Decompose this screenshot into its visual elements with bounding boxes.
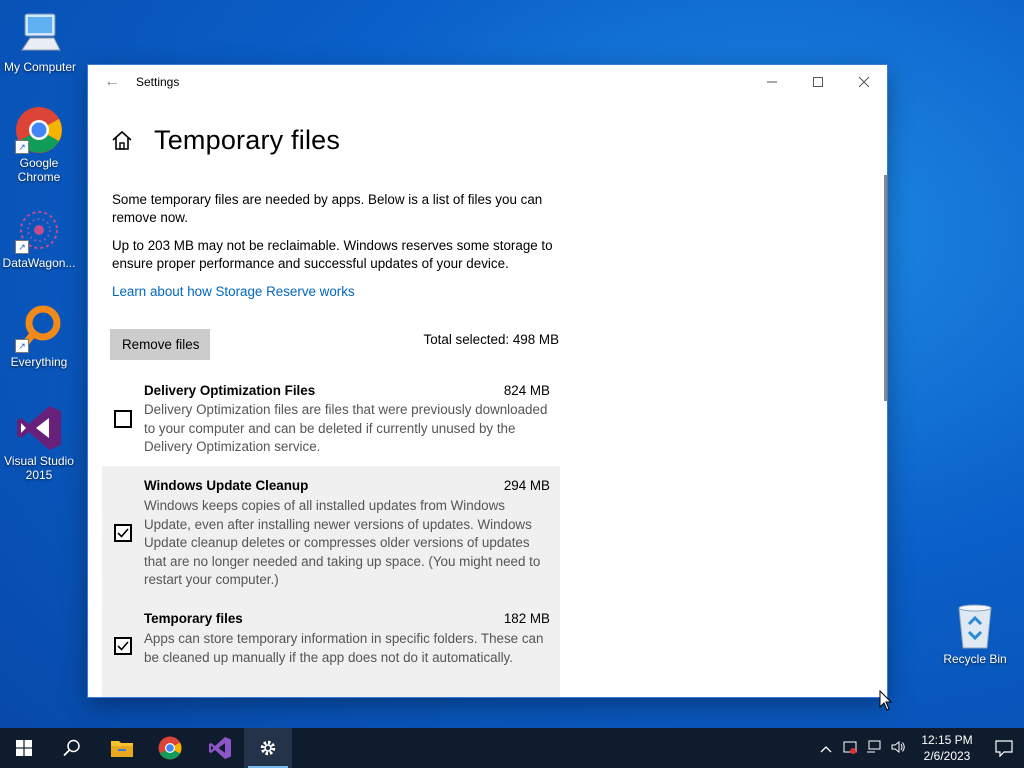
temporary-files-checkbox[interactable] [114, 637, 132, 655]
chrome-icon [158, 736, 182, 760]
minimize-icon [767, 81, 777, 82]
reserve-note: Up to 203 MB may not be reclaimable. Win… [112, 238, 553, 271]
start-icon [16, 740, 32, 756]
list-item-temporary-files[interactable]: Temporary files 182 MB Apps can store te… [102, 599, 560, 697]
search-icon [63, 739, 80, 757]
desktop-icon-everything[interactable]: ↗ Everything [0, 305, 79, 369]
datawagon-icon: ↗ [15, 206, 63, 254]
recycle-bin-icon [951, 602, 999, 650]
vertical-scrollbar[interactable] [884, 175, 887, 401]
settings-icon [260, 740, 276, 756]
checkmark-icon [117, 528, 129, 538]
shortcut-arrow-icon: ↗ [15, 339, 29, 353]
list-item-windows-update-cleanup[interactable]: Windows Update Cleanup 294 MB Windows ke… [102, 466, 560, 599]
start-button[interactable] [0, 728, 48, 768]
desktop-icon-visual-studio[interactable]: Visual Studio 2015 [0, 404, 79, 482]
title-bar: ← Settings [88, 65, 887, 98]
storage-reserve-link[interactable]: Learn about how Storage Reserve works [112, 283, 355, 301]
file-explorer-icon [111, 741, 133, 757]
item-description: Delivery Optimization files are files th… [144, 402, 548, 455]
taskbar-file-explorer[interactable] [98, 728, 146, 768]
desktop-icon-recycle-bin[interactable]: Recycle Bin [935, 602, 1015, 666]
item-size: 182 MB [503, 611, 550, 626]
chevron-up-icon[interactable] [814, 741, 838, 756]
item-size: 824 MB [503, 383, 550, 398]
item-name: Windows Update Cleanup [144, 478, 309, 493]
mouse-cursor-icon [879, 689, 893, 717]
clock-date: 2/6/2023 [923, 749, 971, 763]
total-selected: Total selected: 498 MB [423, 332, 559, 347]
windows-update-cleanup-checkbox[interactable] [114, 524, 132, 542]
close-button[interactable] [841, 65, 887, 98]
settings-window: ← Settings Temporary files Some temporar… [88, 65, 887, 697]
network-icon[interactable] [862, 740, 886, 757]
page-header: Temporary files [110, 125, 340, 156]
description-section: Some temporary files are needed by apps.… [112, 191, 562, 301]
desktop-icon-label: Visual Studio 2015 [4, 454, 74, 482]
taskbar-chrome[interactable] [146, 728, 194, 768]
item-name: Delivery Optimization Files [144, 383, 316, 398]
desktop-icon-datawagon[interactable]: ↗ DataWagon... [0, 206, 79, 270]
item-description: Apps can store temporary information in … [144, 631, 544, 665]
item-name: Temporary files [144, 611, 243, 626]
desktop-icon-label: Recycle Bin [943, 652, 1007, 666]
close-icon [858, 76, 870, 87]
visual-studio-icon [15, 404, 63, 452]
security-alert-icon[interactable] [838, 739, 862, 758]
system-tray: 12:15 PM 2/6/2023 [814, 728, 1024, 768]
everything-icon: ↗ [15, 305, 63, 353]
item-description: Windows keeps copies of all installed up… [144, 498, 541, 588]
volume-icon[interactable] [886, 740, 910, 757]
shortcut-arrow-icon: ↗ [15, 240, 29, 254]
home-icon[interactable] [110, 129, 134, 153]
clock[interactable]: 12:15 PM 2/6/2023 [916, 732, 978, 764]
taskbar-visual-studio[interactable] [196, 728, 244, 768]
list-item-delivery-optimization[interactable]: Delivery Optimization Files 824 MB Deliv… [102, 372, 560, 466]
computer-icon [16, 10, 64, 58]
search-button[interactable] [48, 728, 96, 768]
notification-icon [995, 740, 1013, 757]
checkmark-icon [117, 641, 129, 651]
minimize-button[interactable] [749, 65, 795, 98]
item-size: 294 MB [503, 478, 550, 493]
intro-text: Some temporary files are needed by apps.… [112, 192, 543, 225]
delivery-optimization-checkbox[interactable] [114, 410, 132, 428]
maximize-icon [813, 76, 823, 87]
desktop-icon-label: DataWagon... [2, 256, 76, 270]
notifications-button[interactable] [984, 739, 1024, 757]
remove-files-button[interactable]: Remove files [110, 329, 211, 360]
desktop-icon-label: Everything [10, 355, 68, 369]
action-row: Remove files Total selected: 498 MB [110, 329, 559, 360]
taskbar: 12:15 PM 2/6/2023 [0, 728, 1024, 768]
desktop-icon-label: My Computer [3, 60, 77, 74]
clock-time: 12:15 PM [921, 733, 973, 747]
taskbar-settings[interactable] [244, 728, 292, 768]
chrome-icon: ↗ [15, 106, 63, 154]
shortcut-arrow-icon: ↗ [15, 140, 29, 154]
visual-studio-icon [209, 737, 231, 759]
back-arrow-icon[interactable]: ← [88, 73, 136, 91]
maximize-button[interactable] [795, 65, 841, 98]
desktop-icon-my-computer[interactable]: My Computer [0, 10, 80, 74]
desktop-icon-label: Google Chrome [17, 156, 61, 184]
desktop-icon-google-chrome[interactable]: ↗ Google Chrome [0, 106, 79, 184]
page-title: Temporary files [154, 125, 341, 155]
window-title: Settings [136, 74, 180, 89]
